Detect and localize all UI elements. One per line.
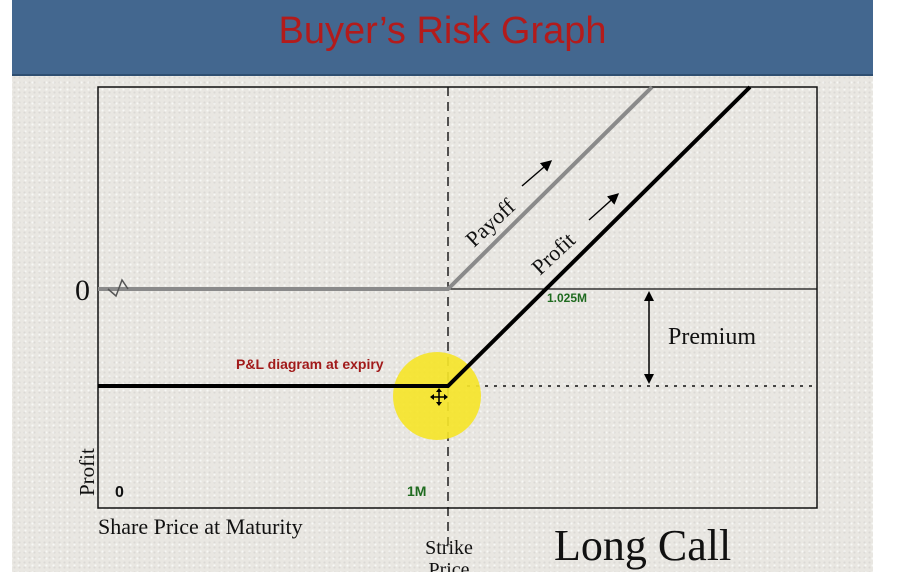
strike-value-label: 1M [407, 483, 426, 499]
profit-arrow-icon [588, 193, 620, 221]
payoff-line [98, 85, 654, 291]
payoff-arrow-icon [521, 160, 553, 187]
x-axis-label: Share Price at Maturity [98, 514, 303, 539]
premium-arrow-down-icon [644, 374, 654, 384]
risk-graph: 0 0 1M 1.025M Payoff Profit Premium P&L … [75, 85, 818, 572]
strike-label-line2: Price [428, 559, 469, 572]
strike-label-line1: Strike [425, 537, 473, 559]
breakeven-label: 1.025M [547, 291, 587, 305]
pl-annotation: P&L diagram at expiry [236, 356, 384, 372]
origin-label: 0 [115, 484, 124, 501]
slide: Buyer’s Risk Graph 0 0 1M 1.025M Payoff … [12, 0, 873, 572]
premium-label: Premium [668, 324, 756, 350]
plot-frame [97, 86, 818, 509]
y-axis-label: Profit [75, 448, 99, 496]
profit-line-label: Profit [526, 227, 580, 279]
zero-label: 0 [75, 274, 90, 307]
strategy-label: Long Call [554, 521, 731, 570]
premium-arrow-up-icon [644, 291, 654, 301]
payoff-label: Payoff [460, 193, 520, 251]
profit-line [98, 85, 752, 388]
